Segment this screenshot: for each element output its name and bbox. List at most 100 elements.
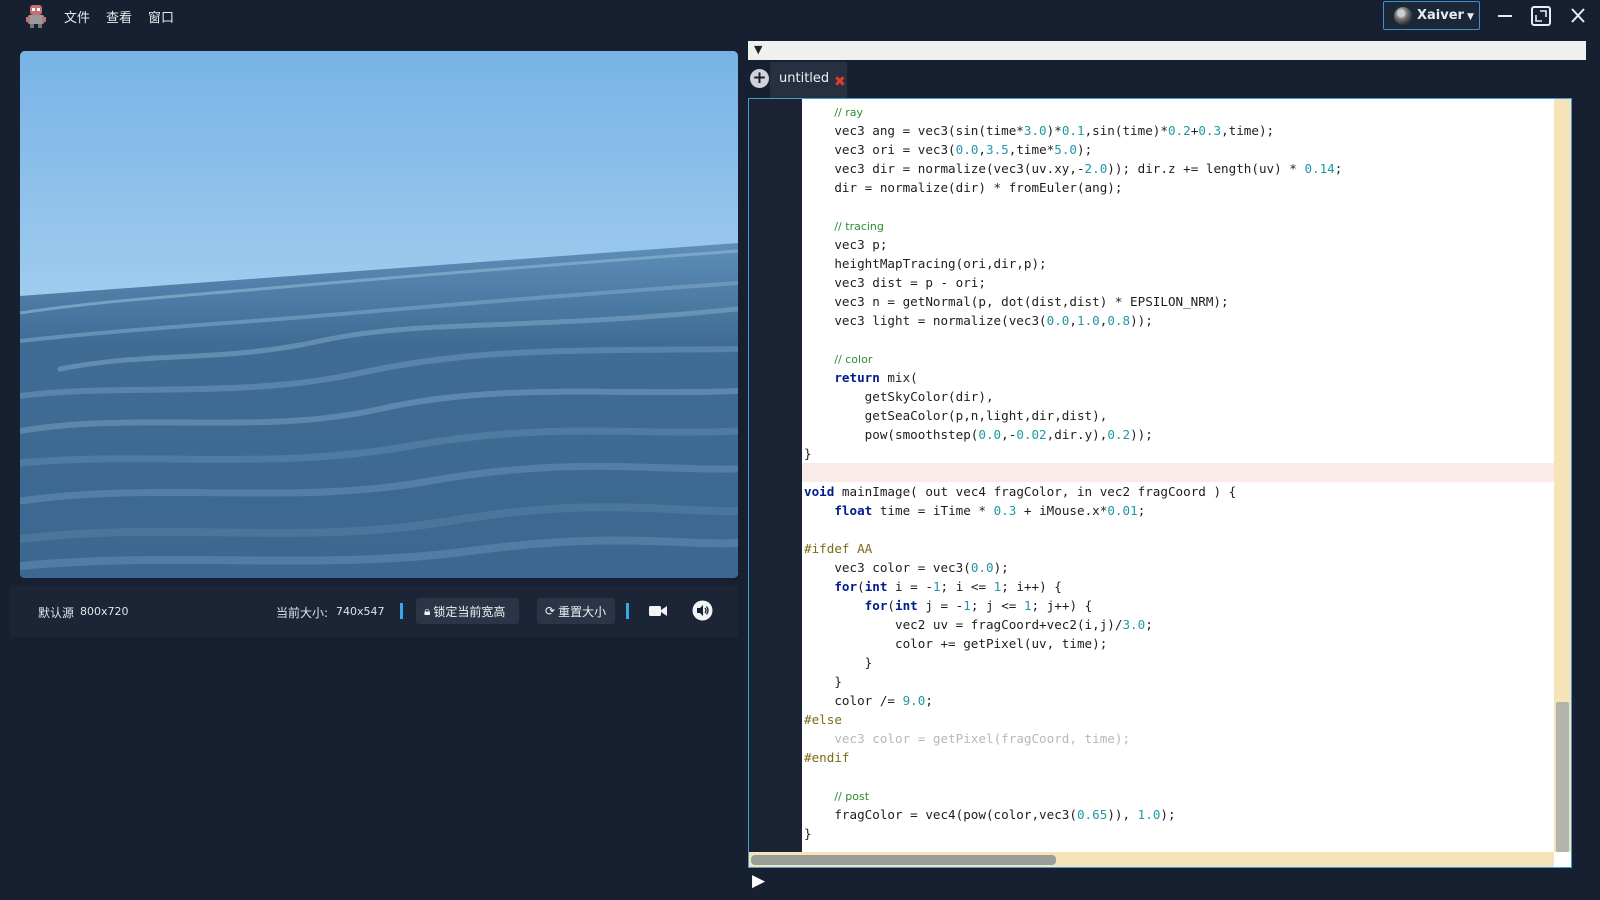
code-line[interactable]: 176 vec3 light = normalize(vec3(0.0,1.0,… [802, 311, 1554, 330]
vertical-scrollbar[interactable] [1554, 99, 1571, 852]
code-text: getSkyColor(dir), [804, 389, 994, 404]
code-line[interactable]: 175 vec3 n = getNormal(p, dot(dist,dist)… [802, 292, 1554, 311]
code-text: vec3 dir = normalize(vec3(uv.xy,-2.0)); … [804, 161, 1343, 176]
current-size-label: 当前大小: [276, 606, 329, 620]
code-line[interactable]: 192 vec2 uv = fragCoord+vec2(i,j)/3.0; [802, 615, 1554, 634]
menu-view[interactable]: 查看 [106, 7, 132, 26]
code-line[interactable]: 183} [802, 444, 1554, 463]
minimize-icon[interactable] [1492, 4, 1518, 28]
reset-size-button[interactable]: ⟳ 重置大小 [537, 598, 615, 624]
code-text: dir = normalize(dir) * fromEuler(ang); [804, 180, 1123, 195]
code-line[interactable]: 165 // ray [802, 102, 1554, 121]
code-line[interactable]: 178 // color [802, 349, 1554, 368]
avatar [1394, 7, 1412, 25]
code-text: float time = iTime * 0.3 + iMouse.x*0.01… [834, 503, 1146, 518]
horizontal-scrollbar[interactable] [749, 852, 1554, 867]
code-line[interactable]: 200 [802, 767, 1554, 786]
close-tab-icon[interactable]: ✖ [834, 74, 846, 90]
code-line[interactable]: 194 } [802, 653, 1554, 672]
horizontal-scroll-thumb[interactable] [751, 855, 1056, 865]
code-text: heightMapTracing(ori,dir,p); [804, 256, 1047, 271]
code-text: } [804, 826, 812, 841]
code-text: fragColor = vec4(pow(color,vec3(0.65)), … [804, 807, 1176, 822]
code-line[interactable]: 202 fragColor = vec4(pow(color,vec3(0.65… [802, 805, 1554, 824]
app-logo-icon [26, 5, 46, 28]
code-line[interactable]: 179 return mix( [802, 368, 1554, 387]
code-line[interactable]: 191 for(int j = -1; j <= 1; j++) { [802, 596, 1554, 615]
code-area[interactable]: 165 // ray166 vec3 ang = vec3(sin(time*3… [802, 99, 1554, 852]
shader-preview-canvas[interactable] [20, 51, 738, 578]
refresh-icon: ⟳ [545, 604, 556, 618]
code-text: return mix( [834, 370, 918, 385]
code-line[interactable]: 168 vec3 dir = normalize(vec3(uv.xy,-2.0… [802, 159, 1554, 178]
code-text: void mainImage( out vec4 fragColor, in v… [804, 484, 1237, 499]
source-resolution: 800x720 [80, 605, 129, 618]
code-line[interactable]: 173 heightMapTracing(ori,dir,p); [802, 254, 1554, 273]
line-number-gutter [749, 99, 802, 867]
code-line[interactable]: 181 getSeaColor(p,n,light,dir,dist), [802, 406, 1554, 425]
code-line[interactable]: 172 vec3 p; [802, 235, 1554, 254]
maximize-icon[interactable] [1528, 4, 1554, 28]
code-line[interactable]: 196 color /= 9.0; [802, 691, 1554, 710]
code-line[interactable]: 170 [802, 197, 1554, 216]
code-text: for(int i = -1; i <= 1; i++) { [834, 579, 1062, 594]
code-line[interactable]: 180 getSkyColor(dir), [802, 387, 1554, 406]
code-text: for(int j = -1; j <= 1; j++) { [864, 598, 1093, 613]
code-line[interactable]: 193 color += getPixel(uv, time); [802, 634, 1554, 653]
code-line[interactable]: 166 vec3 ang = vec3(sin(time*3.0)*0.1,si… [802, 121, 1554, 140]
code-line[interactable]: 188#ifdef AA [802, 539, 1554, 558]
close-icon[interactable] [1565, 4, 1591, 28]
collapse-bar[interactable] [748, 41, 1586, 60]
tab-bar [748, 60, 1586, 98]
source-label: 默认源 [38, 606, 75, 620]
code-text: } [804, 446, 812, 461]
code-text: color /= 9.0; [804, 693, 933, 708]
code-line[interactable]: 190 for(int i = -1; i <= 1; i++) { [802, 577, 1554, 596]
code-line[interactable]: 203} [802, 824, 1554, 843]
code-text: vec3 light = normalize(vec3(0.0,1.0,0.8)… [804, 313, 1153, 328]
code-line[interactable]: 167 vec3 ori = vec3(0.0,3.5,time*5.0); [802, 140, 1554, 159]
code-line[interactable]: 198 vec3 color = getPixel(fragCoord, tim… [802, 729, 1554, 748]
code-line[interactable]: 177 [802, 330, 1554, 349]
code-line[interactable]: 174 vec3 dist = p - ori; [802, 273, 1554, 292]
code-line[interactable]: 182 pow(smoothstep(0.0,-0.02,dir.y),0.2)… [802, 425, 1554, 444]
code-editor[interactable]: 165 // ray166 vec3 ang = vec3(sin(time*3… [748, 98, 1572, 868]
code-text: vec3 ang = vec3(sin(time*3.0)*0.1,sin(ti… [804, 123, 1275, 138]
code-line[interactable]: 169 dir = normalize(dir) * fromEuler(ang… [802, 178, 1554, 197]
code-text: vec3 color = vec3(0.0); [804, 560, 1009, 575]
menu-window[interactable]: 窗口 [148, 7, 174, 26]
code-line[interactable]: 195 } [802, 672, 1554, 691]
vertical-scroll-thumb[interactable] [1556, 702, 1569, 852]
code-text: vec3 n = getNormal(p, dot(dist,dist) * E… [804, 294, 1229, 309]
camera-icon[interactable] [648, 603, 668, 619]
code-line[interactable]: 185void mainImage( out vec4 fragColor, i… [802, 482, 1554, 501]
triangle-down-icon[interactable]: ▼ [754, 43, 762, 56]
user-menu[interactable]: Xaiver ▼ [1383, 1, 1480, 30]
code-line[interactable]: 186 float time = iTime * 0.3 + iMouse.x*… [802, 501, 1554, 520]
code-line[interactable]: 199#endif [802, 748, 1554, 767]
current-size-value: 740x547 [336, 605, 385, 618]
menu-file[interactable]: 文件 [64, 7, 90, 26]
tab-untitled[interactable]: untitled ✖ [770, 62, 847, 98]
reset-size-label: 重置大小 [558, 604, 607, 619]
code-text: color += getPixel(uv, time); [804, 636, 1108, 651]
code-text: vec3 p; [804, 237, 888, 252]
code-line[interactable]: 184 [802, 463, 1554, 482]
play-icon[interactable]: ▶ [752, 871, 765, 891]
code-text: pow(smoothstep(0.0,-0.02,dir.y),0.2)); [804, 427, 1153, 442]
code-text: } [804, 655, 873, 670]
separator [400, 603, 403, 619]
lock-size-button[interactable]: 🔒︎ 锁定当前宽高 [416, 598, 519, 624]
code-line[interactable]: 171 // tracing [802, 216, 1554, 235]
plus-icon[interactable]: + [750, 69, 769, 88]
code-text: #else [804, 712, 842, 727]
code-line[interactable]: 201 // post [802, 786, 1554, 805]
code-line[interactable]: 197#else [802, 710, 1554, 729]
separator [626, 603, 629, 619]
lock-icon: 🔒︎ [424, 603, 431, 618]
code-line[interactable]: 187 [802, 520, 1554, 539]
code-line[interactable]: 189 vec3 color = vec3(0.0); [802, 558, 1554, 577]
code-text: vec2 uv = fragCoord+vec2(i,j)/3.0; [804, 617, 1153, 632]
volume-icon[interactable] [692, 600, 713, 621]
chevron-down-icon: ▼ [1467, 12, 1474, 22]
